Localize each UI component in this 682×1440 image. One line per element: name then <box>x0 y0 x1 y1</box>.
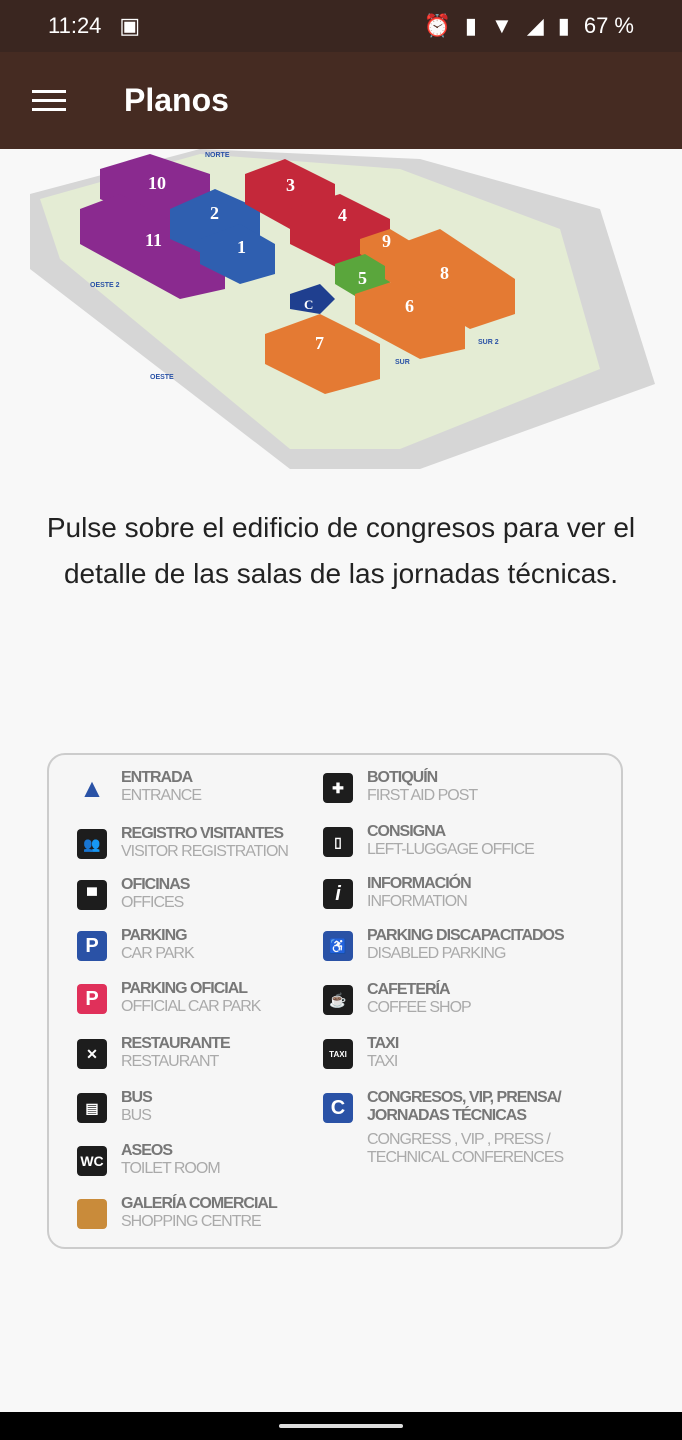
triangle-icon: ▲ <box>79 772 105 803</box>
map-legend: ▲ ENTRADA ENTRANCE 👥 REGISTRO VISITANTES VIS… <box>47 753 623 1249</box>
building-7-label: 7 <box>315 333 324 353</box>
legend-visitor-registration: 👥 REGISTRO VISITANTES VISITOR REGISTRATION <box>77 825 289 861</box>
bus-icon: ▤ <box>77 1093 107 1123</box>
gate-oeste-2: OESTE 2 <box>90 282 120 289</box>
navigation-bar <box>0 1412 682 1440</box>
legend-disabled-parking: ♿ PARKING DISCAPACITADOS DISABLED PARKING <box>323 927 565 963</box>
people-icon: 👥 <box>77 829 107 859</box>
first-aid-icon: ✚ <box>323 773 353 803</box>
legend-bus: ▤ BUS BUS <box>77 1089 153 1125</box>
luggage-icon: ▯ <box>323 827 353 857</box>
congress-icon: C <box>323 1093 353 1123</box>
restaurant-icon: ✕ <box>77 1039 107 1069</box>
clock: 11:24 <box>48 13 102 38</box>
legend-parking: P PARKING CAR PARK <box>77 927 195 963</box>
gate-norte: NORTE <box>205 152 230 159</box>
wc-icon: WC <box>77 1146 107 1176</box>
building-9-label: 9 <box>382 231 391 251</box>
legend-official-parking: P PARKING OFICIAL OFFICIAL CAR PARK <box>77 980 261 1016</box>
building-4-label: 4 <box>338 205 347 225</box>
instructions-text: Pulse sobre el edificio de congresos par… <box>46 512 636 589</box>
gate-sur-2: SUR 2 <box>478 339 499 346</box>
legend-congress: C CONGRESOS, VIP, PRENSA/ JORNADAS TÉCNIC… <box>323 1089 603 1167</box>
page-title: Planos <box>124 82 229 118</box>
menu-icon[interactable] <box>32 90 66 111</box>
building-6-label: 6 <box>405 296 414 316</box>
signal-icon: ◢ <box>526 13 544 38</box>
legend-entrance: ▲ ENTRADA ENTRANCE <box>77 769 202 805</box>
gate-oeste: OESTE <box>150 374 174 381</box>
building-c-label: C <box>304 297 313 312</box>
gate-sur: SUR <box>395 359 410 366</box>
legend-offices: ▀ OFICINAS OFFICES <box>77 876 190 912</box>
wifi-icon: ▼ <box>491 13 513 38</box>
legend-information: i INFORMACIÓN INFORMATION <box>323 875 472 911</box>
alarm-icon: ⏰ <box>423 13 451 38</box>
legend-first-aid: ✚ BOTIQUÍN FIRST AID POST <box>323 769 478 805</box>
vibrate-icon: ▮ <box>464 13 478 38</box>
status-bar: 11:24 ▣ ⏰ ▮ ▼ ◢ ▮ 67 % <box>0 0 682 52</box>
coffee-icon: ☕ <box>323 985 353 1015</box>
building-1-label: 1 <box>237 237 246 257</box>
taxi-icon: TAXI <box>323 1039 353 1069</box>
building-11-label: 11 <box>145 230 162 250</box>
shopping-square-icon <box>77 1199 107 1229</box>
building-2-label: 2 <box>210 203 219 223</box>
building-10-label: 10 <box>148 173 166 193</box>
building-3-label: 3 <box>286 175 295 195</box>
legend-restaurant: ✕ RESTAURANTE RESTAURANT <box>77 1035 231 1071</box>
legend-luggage: ▯ CONSIGNA LEFT-LUGGAGE OFFICE <box>323 823 535 859</box>
battery-level: 67 % <box>583 13 634 38</box>
venue-map[interactable]: 10 11 2 1 3 4 9 5 8 6 7 C NORTE OESTE 2 … <box>0 149 682 479</box>
building-8-label: 8 <box>440 263 449 283</box>
building-5-label: 5 <box>358 268 367 288</box>
wheelchair-icon: ♿ <box>323 931 353 961</box>
info-icon: i <box>323 879 353 909</box>
legend-coffee: ☕ CAFETERÍA COFFEE SHOP <box>323 981 472 1017</box>
legend-taxi: TAXI TAXI TAXI <box>323 1035 399 1071</box>
desk-icon: ▀ <box>77 880 107 910</box>
official-parking-icon: P <box>77 984 107 1014</box>
legend-toilet: WC ASEOS TOILET ROOM <box>77 1142 221 1178</box>
teams-icon: ▣ <box>119 13 141 38</box>
parking-icon: P <box>77 931 107 961</box>
home-handle[interactable] <box>279 1424 403 1428</box>
app-bar: Planos <box>0 52 682 149</box>
legend-shopping: GALERÍA COMERCIAL SHOPPING CENTRE <box>77 1195 278 1231</box>
battery-icon: ▮ <box>557 13 570 38</box>
